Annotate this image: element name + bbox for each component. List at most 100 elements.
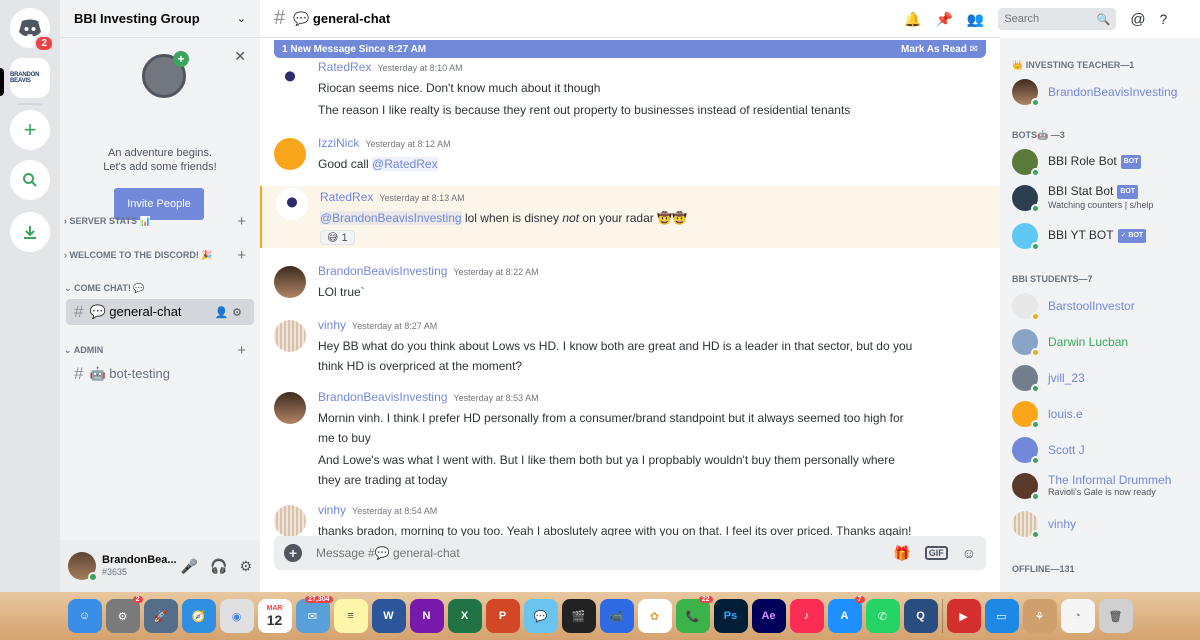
author-name[interactable]: IzziNick <box>318 136 359 150</box>
message-mentioned: RatedRex Yesterday at 8:13 AM @BrandonBea… <box>260 186 1000 248</box>
dock-notes-icon[interactable]: ≡ <box>333 599 368 633</box>
dock-trash-icon[interactable]: 🗑 <box>1098 599 1133 633</box>
author-name[interactable]: RatedRex <box>318 60 371 74</box>
dock-app-store-icon[interactable]: A7 <box>827 596 865 633</box>
category-server-stats[interactable]: › SERVER STATS 📊 + <box>60 212 260 230</box>
dock-divider <box>941 599 943 633</box>
add-server-button[interactable]: + <box>10 110 50 150</box>
avatar[interactable] <box>274 138 306 170</box>
dock-finder-icon[interactable]: ☺ <box>67 599 102 633</box>
member-item[interactable]: BBI YT BOT ✓ BOT <box>1012 220 1192 252</box>
member-item[interactable]: BarstoolInvestor <box>1012 290 1192 322</box>
server-bbi[interactable]: BRANDON BEAVIS <box>10 58 50 98</box>
dock-onenote-icon[interactable]: N <box>409 599 444 633</box>
dock-preview-icon[interactable]: ⚘ <box>1022 599 1057 633</box>
dock-mail-icon[interactable]: ✉ 27,304 <box>295 596 333 633</box>
reaction[interactable]: 😅 1 <box>320 230 355 245</box>
dock-word-icon[interactable]: W <box>371 599 406 633</box>
channel-bot-testing[interactable]: # 🤖 bot-testing <box>66 361 254 387</box>
member-item[interactable]: BBI Stat Bot BOT Watching counters | s/hel… <box>1012 182 1192 214</box>
upload-plus-icon[interactable]: + <box>284 544 302 562</box>
search-input[interactable]: Search 🔍 <box>998 8 1117 30</box>
member-item[interactable]: Scott J <box>1012 434 1192 466</box>
home-button[interactable]: 2 <box>10 8 54 52</box>
gift-icon[interactable]: 🎁 <box>893 545 910 562</box>
invite-and-settings-icons[interactable]: 👤⚙ <box>214 306 246 319</box>
category-come-chat[interactable]: ⌄ COME CHAT! 💬 <box>60 279 260 297</box>
author-name[interactable]: BrandonBeavisInvesting <box>318 390 447 404</box>
channel-sidebar: BBI Investing Group ⌄ ✕ + An adventure b… <box>60 0 260 592</box>
member-item[interactable]: louis.e <box>1012 398 1192 430</box>
dock-chrome-icon[interactable]: ◉ <box>219 599 254 633</box>
dock-calendar-icon[interactable]: MAR 12 <box>257 599 292 633</box>
dock-photoshop-icon[interactable]: Ps <box>713 599 748 633</box>
pin-icon[interactable]: 📌 <box>935 11 952 28</box>
user-controls: 🎤 🎧 ⚙ <box>181 558 252 575</box>
dock-whatsapp-icon[interactable]: ✆ <box>865 599 900 633</box>
dock-facetime-icon[interactable]: 📞 22 <box>675 596 713 633</box>
dock-keynote-icon[interactable]: ▭ <box>984 599 1019 633</box>
avatar[interactable] <box>274 62 306 94</box>
dock-final-cut-icon[interactable]: 🎬 <box>561 599 596 633</box>
plus-icon[interactable]: + <box>237 213 246 230</box>
avatar[interactable] <box>276 188 308 220</box>
dock-system-preferences-icon[interactable]: ⚙ 2 <box>105 596 143 633</box>
close-icon[interactable]: ✕ <box>234 48 246 65</box>
explore-servers-button[interactable] <box>10 160 50 200</box>
message-header: BrandonBeavisInvesting Yesterday at 8:53 … <box>318 390 1000 406</box>
author-name[interactable]: BrandonBeavisInvesting <box>318 264 447 278</box>
dock-document-icon[interactable]: ◔ <box>1060 599 1095 633</box>
avatar[interactable] <box>274 505 306 537</box>
member-item[interactable]: The Informal Drummeh Ravioli's Gale is no… <box>1012 470 1192 502</box>
mute-icon[interactable]: 🎤 <box>181 558 198 575</box>
avatar[interactable] <box>274 266 306 298</box>
dock-pdf-icon[interactable]: ▶ <box>946 599 981 633</box>
author-name[interactable]: RatedRex <box>320 190 373 204</box>
dock-launchpad-icon[interactable]: 🚀 <box>143 599 178 633</box>
channel-general-chat[interactable]: # 💬 general-chat 👤⚙ <box>66 299 254 325</box>
message-input[interactable] <box>316 546 856 560</box>
help-icon[interactable]: ? <box>1160 11 1168 27</box>
new-messages-text: 1 New Message Since 8:27 AM <box>282 43 427 55</box>
add-friends-illustration: + <box>142 51 189 98</box>
member-item[interactable]: jvill_23 <box>1012 362 1192 394</box>
guild-header[interactable]: BBI Investing Group ⌄ <box>60 0 260 38</box>
member-item[interactable]: Darwin Lucban <box>1012 326 1192 358</box>
dock-excel-icon[interactable]: X <box>447 599 482 633</box>
member-item[interactable]: BBI Role Bot BOT <box>1012 146 1192 178</box>
member-item[interactable]: vinhy <box>1012 508 1192 540</box>
download-apps-button[interactable] <box>10 212 50 252</box>
mark-as-read-button[interactable]: Mark As Read ✉ <box>901 44 978 55</box>
category-welcome[interactable]: › WELCOME TO THE DISCORD! 🎉 + <box>60 246 260 264</box>
gear-icon[interactable]: ⚙ <box>239 558 252 575</box>
dock-zoom-icon[interactable]: 📹 <box>599 599 634 633</box>
user-info[interactable]: BrandonBea... #3635 <box>102 554 177 578</box>
dock-after-effects-icon[interactable]: Ae <box>751 599 786 633</box>
mention-icon[interactable]: @ <box>1130 11 1145 28</box>
avatar[interactable] <box>274 320 306 352</box>
dock-messages-icon[interactable]: 💬 <box>523 599 558 633</box>
emoji-icon[interactable]: ☺ <box>962 545 976 561</box>
avatar[interactable] <box>68 552 98 582</box>
members-icon[interactable]: 👥 <box>967 11 984 28</box>
dock-safari-icon[interactable]: 🧭 <box>181 599 216 633</box>
gif-button[interactable]: GIF <box>924 546 948 560</box>
avatar[interactable] <box>274 392 306 424</box>
avatar <box>1012 329 1040 357</box>
author-name[interactable]: vinhy <box>318 318 346 332</box>
headphones-icon[interactable]: 🎧 <box>210 558 227 575</box>
status-online <box>1031 492 1040 501</box>
member-item[interactable]: BrandonBeavisInvesting <box>1012 76 1192 108</box>
bell-icon[interactable]: 🔔 <box>904 11 921 28</box>
user-mention[interactable]: @BrandonBeavisInvesting <box>320 211 462 225</box>
plus-icon[interactable]: + <box>237 342 246 359</box>
category-admin[interactable]: ⌄ ADMIN + <box>60 341 260 359</box>
new-messages-bar[interactable]: 1 New Message Since 8:27 AM Mark As Read… <box>274 40 986 58</box>
dock-quicktime-icon[interactable]: Q <box>903 599 938 633</box>
plus-icon[interactable]: + <box>237 247 246 264</box>
dock-photos-icon[interactable]: ✿ <box>637 599 672 633</box>
dock-music-icon[interactable]: ♪ <box>789 599 824 633</box>
user-mention[interactable]: @RatedRex <box>372 157 438 171</box>
dock-powerpoint-icon[interactable]: P <box>485 599 520 633</box>
author-name[interactable]: vinhy <box>318 503 346 517</box>
